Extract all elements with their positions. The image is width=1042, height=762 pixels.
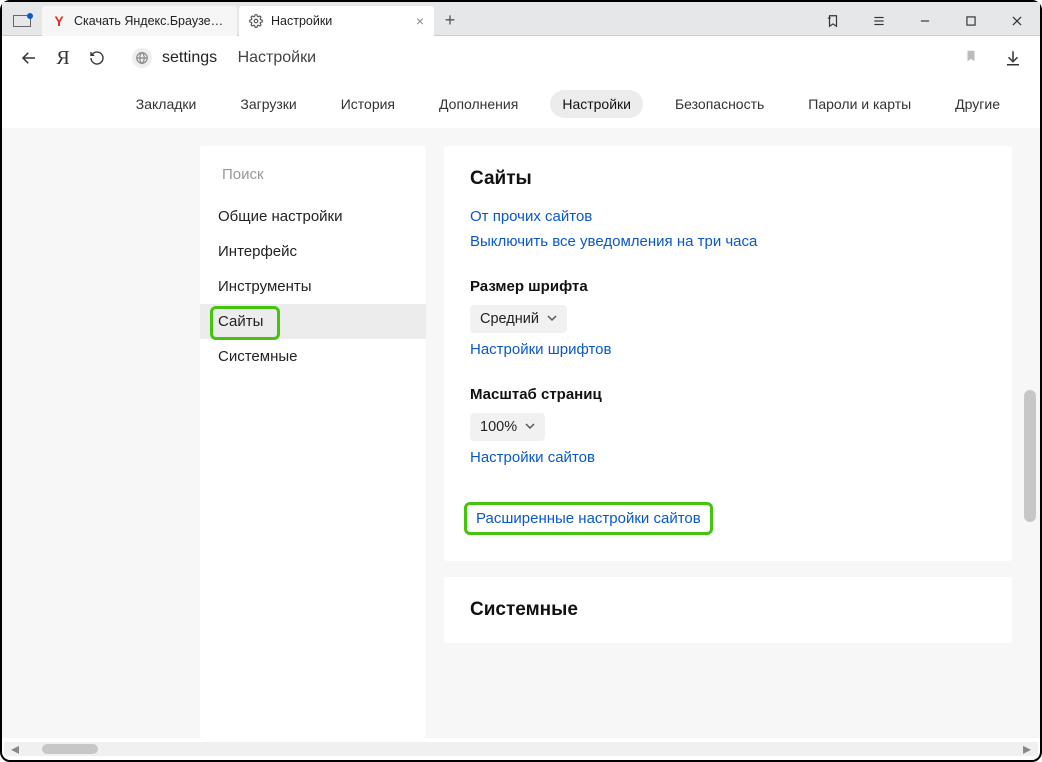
close-window-button[interactable] [994, 6, 1040, 36]
sidebar-toggle[interactable] [2, 6, 42, 35]
system-title: Системные [470, 599, 986, 621]
menu-button[interactable] [856, 6, 902, 36]
tab-title: Скачать Яндекс.Браузер д [74, 14, 227, 28]
content-area: Поиск Общие настройки Интерфейс Инструме… [2, 128, 1040, 738]
minimize-button[interactable] [902, 6, 948, 36]
chevron-down-icon [547, 311, 557, 327]
page-scale-heading: Масштаб страниц [470, 386, 986, 403]
tab-yandex-download[interactable]: Y Скачать Яндекс.Браузер д [42, 6, 237, 36]
horizontal-scrollbar[interactable]: ◂ ▸ [4, 742, 1038, 756]
tab-settings[interactable]: Настройки × [239, 6, 434, 36]
link-other-sites[interactable]: От прочих сайтов [470, 208, 986, 225]
topnav-bookmarks[interactable]: Закладки [124, 90, 209, 118]
close-icon[interactable]: × [416, 13, 424, 29]
downloads-button[interactable] [996, 49, 1030, 67]
topnav-history[interactable]: История [329, 90, 407, 118]
new-tab-button[interactable]: + [436, 6, 464, 35]
sites-title: Сайты [470, 168, 986, 190]
link-site-settings[interactable]: Настройки сайтов [470, 449, 986, 466]
link-mute-notifications[interactable]: Выключить все уведомления на три часа [470, 233, 986, 250]
settings-topnav: Закладки Загрузки История Дополнения Нас… [2, 80, 1040, 128]
sites-card: Сайты От прочих сайтов Выключить все уве… [444, 146, 1012, 561]
font-size-dropdown[interactable]: Средний [470, 305, 567, 333]
main-panel: Сайты От прочих сайтов Выключить все уве… [444, 146, 1012, 738]
titlebar: Y Скачать Яндекс.Браузер д Настройки × + [2, 2, 1040, 36]
topnav-downloads[interactable]: Загрузки [228, 90, 308, 118]
yandex-favicon: Y [52, 14, 66, 28]
link-advanced-site-settings[interactable]: Расширенные настройки сайтов [470, 506, 707, 531]
page-scale-dropdown[interactable]: 100% [470, 413, 545, 441]
sidebar-item-tools[interactable]: Инструменты [200, 269, 426, 304]
window-controls [810, 6, 1040, 35]
settings-sidebar: Поиск Общие настройки Интерфейс Инструме… [200, 146, 426, 738]
sidebar-item-system[interactable]: Системные [200, 339, 426, 374]
topnav-addons[interactable]: Дополнения [427, 90, 530, 118]
scroll-right-icon[interactable]: ▸ [1020, 743, 1034, 755]
page-scale-value: 100% [480, 419, 517, 435]
font-size-value: Средний [480, 311, 539, 327]
sidebar-item-sites[interactable]: Сайты [200, 304, 426, 339]
back-button[interactable] [12, 41, 46, 75]
link-font-settings[interactable]: Настройки шрифтов [470, 341, 986, 358]
topnav-passwords[interactable]: Пароли и карты [796, 90, 923, 118]
maximize-button[interactable] [948, 6, 994, 36]
tab-title: Настройки [271, 14, 410, 28]
topnav-other[interactable]: Другие [943, 90, 1012, 118]
site-info-icon[interactable] [132, 48, 152, 68]
bookmark-icon[interactable] [964, 49, 978, 68]
system-card: Системные [444, 577, 1012, 643]
yandex-home-button[interactable]: Я [46, 41, 80, 75]
vertical-scrollbar[interactable] [1024, 390, 1036, 522]
scroll-left-icon[interactable]: ◂ [8, 743, 22, 755]
gear-icon [249, 14, 263, 28]
font-size-heading: Размер шрифта [470, 278, 986, 295]
address-text: settings Настройки [162, 49, 316, 67]
topnav-settings[interactable]: Настройки [550, 90, 643, 118]
bookmarks-button[interactable] [810, 6, 856, 36]
address-field[interactable]: settings Настройки [122, 42, 988, 74]
panel-icon [13, 15, 31, 27]
sidebar-item-general[interactable]: Общие настройки [200, 199, 426, 234]
reload-button[interactable] [80, 41, 114, 75]
chevron-down-icon [525, 419, 535, 435]
hscroll-thumb[interactable] [42, 744, 98, 754]
address-bar: Я settings Настройки [2, 36, 1040, 80]
sidebar-item-interface[interactable]: Интерфейс [200, 234, 426, 269]
topnav-security[interactable]: Безопасность [663, 90, 776, 118]
search-input[interactable]: Поиск [212, 158, 414, 191]
